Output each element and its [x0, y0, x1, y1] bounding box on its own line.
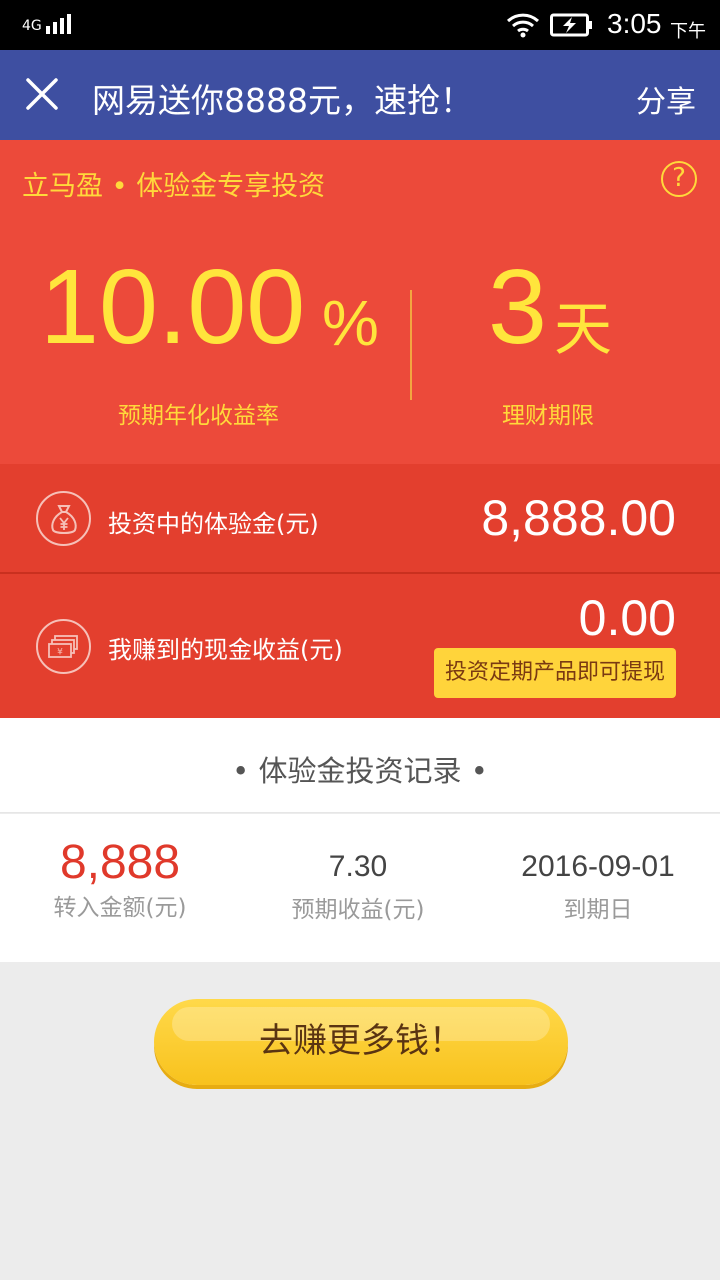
- network-type: 4G: [22, 18, 42, 34]
- earn-more-button[interactable]: 去赚更多钱！: [154, 999, 568, 1085]
- annual-rate-label: 预期年化收益率: [118, 403, 279, 429]
- record-due-value: 2016-09-01: [521, 850, 675, 883]
- term-value: 3: [488, 248, 547, 366]
- share-button[interactable]: 分享: [636, 77, 696, 121]
- record-amount: 8,888 转入金额(元): [20, 836, 220, 922]
- product-title: 立马盈 • 体验金专享投资: [22, 171, 326, 202]
- record-row: 8,888 转入金额(元) 7.30 预期收益(元) 2016-09-01 到期…: [0, 814, 720, 962]
- earned-value: 0.00: [578, 590, 676, 646]
- record-amount-label: 转入金额(元): [53, 895, 187, 921]
- earned-row: ¥ 我赚到的现金收益(元) 0.00 投资定期产品即可提现: [0, 574, 720, 718]
- svg-text:¥: ¥: [57, 647, 63, 657]
- records-title: • 体验金投资记录 •: [232, 754, 488, 788]
- help-icon[interactable]: ?: [661, 161, 697, 197]
- record-due-label: 到期日: [563, 897, 633, 923]
- status-bar: 4G 3:05 下午: [0, 0, 720, 50]
- close-icon[interactable]: [22, 74, 62, 114]
- page-title: 网易送你8888元，速抢！: [92, 81, 473, 120]
- term-unit: 天: [554, 295, 613, 363]
- invested-row: 投资中的体验金(元) 8,888.00: [0, 464, 720, 572]
- money-bag-icon: [36, 491, 91, 546]
- record-expected-value: 7.30: [328, 850, 388, 883]
- record-expected: 7.30 预期收益(元): [258, 848, 458, 924]
- annual-rate-value: 10.00: [40, 248, 306, 366]
- signal-icon: [46, 12, 71, 34]
- wifi-icon: [506, 13, 540, 38]
- earn-more-label: 去赚更多钱！: [259, 1021, 463, 1061]
- record-amount-value: 8,888: [59, 836, 181, 889]
- top-app-bar: 网易送你8888元，速抢！ 分享: [0, 50, 720, 140]
- annual-rate-unit: %: [322, 287, 379, 359]
- cash-icon: ¥: [36, 619, 91, 674]
- records-header: • 体验金投资记录 •: [0, 718, 720, 813]
- record-due: 2016-09-01 到期日: [498, 848, 698, 924]
- clock-time: 3:05: [607, 8, 662, 39]
- withdraw-hint-button[interactable]: 投资定期产品即可提现: [434, 648, 676, 698]
- term-label: 理财期限: [502, 403, 594, 429]
- invested-value: 8,888.00: [481, 490, 676, 546]
- record-expected-label: 预期收益(元): [291, 897, 425, 923]
- product-hero: 立马盈 • 体验金专享投资 ? 10.00 % 预期年化收益率 3 天 理财期限: [0, 140, 720, 464]
- hero-divider: [410, 290, 412, 400]
- earned-label: 我赚到的现金收益(元): [108, 636, 343, 664]
- clock-ampm: 下午: [670, 21, 706, 42]
- battery-charging-icon: [550, 13, 592, 37]
- invested-label: 投资中的体验金(元): [108, 510, 319, 538]
